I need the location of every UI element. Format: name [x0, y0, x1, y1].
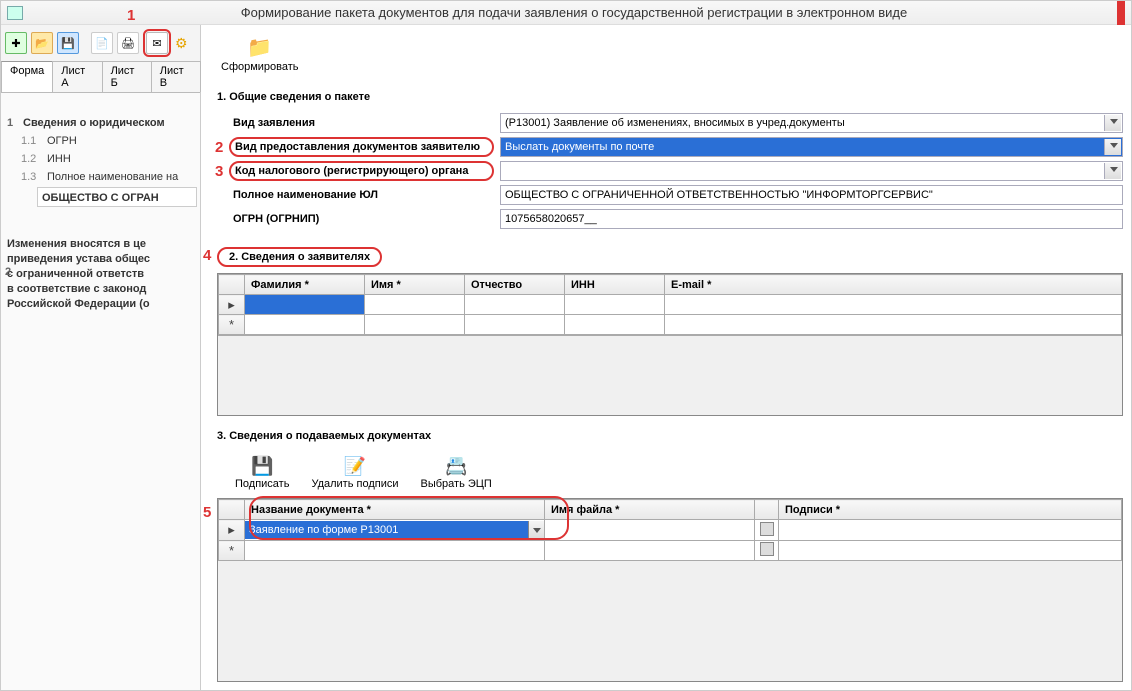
pick-ecp-button[interactable]: 📇Выбрать ЭЦП [417, 452, 496, 492]
tree-fullname-value: ОБЩЕСТВО С ОГРАН [37, 187, 197, 207]
left-toolbar: ✚ 📂 💾 📄 🖨 ✉ ⚙ [1, 25, 200, 61]
callout-2: 2 [215, 139, 223, 156]
col-file[interactable]: Имя файла * [545, 500, 755, 520]
form-button[interactable]: 📁 Сформировать [215, 33, 305, 75]
sign-icon: 💾 [248, 454, 276, 478]
section-2-title: 2. Сведения о заявителях [217, 247, 382, 267]
callout-4: 4 [203, 247, 211, 264]
doc-row-current: ▸ [219, 520, 245, 541]
col-otch[interactable]: Отчество [465, 275, 565, 295]
tab-list-a[interactable]: Лист А [52, 61, 102, 92]
callout-5: 5 [203, 504, 211, 521]
cell-fam[interactable] [245, 295, 365, 315]
gear-icon[interactable]: ⚙ [175, 35, 188, 52]
file-browse-icon[interactable] [760, 522, 774, 536]
doc-row-new: * [219, 541, 245, 561]
tree-inn[interactable]: ИНН [47, 153, 71, 165]
tree-ul[interactable]: Сведения о юридическом [23, 117, 165, 129]
label-vid: Вид заявления [229, 115, 494, 131]
sig-cell[interactable] [779, 520, 1122, 541]
cert-icon: 📇 [442, 454, 470, 478]
col-fam[interactable]: Фамилия * [245, 275, 365, 295]
row-indicator-current: ▸ [219, 295, 245, 315]
file-browse-icon[interactable] [760, 542, 774, 556]
col-doc[interactable]: Название документа * [245, 500, 545, 520]
col-sig[interactable]: Подписи * [779, 500, 1122, 520]
tab-list-v[interactable]: Лист В [151, 61, 201, 92]
input-pred[interactable]: Выслать документы по почте [500, 137, 1123, 157]
callout-3: 3 [215, 163, 223, 180]
chevron-down-icon[interactable] [528, 521, 544, 539]
unsign-icon: 📝 [341, 454, 369, 478]
doc-name-cell[interactable]: Заявление по форме Р13001 [245, 520, 545, 541]
section-3-title: 3. Сведения о подаваемых документах [217, 430, 1123, 442]
print-icon[interactable]: 🖨 [117, 32, 139, 54]
save-icon[interactable]: 💾 [57, 32, 79, 54]
col-email[interactable]: E-mail * [665, 275, 1122, 295]
left-tabs: Форма Лист А Лист Б Лист В [1, 61, 200, 93]
nav-tree: 1Сведения о юридическом 1.1ОГРН 1.2ИНН 1… [1, 93, 200, 318]
mail-highlight: ✉ [143, 29, 171, 57]
titlebar-accent [1117, 1, 1125, 25]
label-fullname: Полное наименование ЮЛ [229, 187, 494, 203]
mail-icon[interactable]: ✉ [146, 32, 168, 54]
sign-button[interactable]: 💾Подписать [231, 452, 293, 492]
input-kod[interactable] [500, 161, 1123, 181]
col-imya[interactable]: Имя * [365, 275, 465, 295]
input-ogrn[interactable]: 1075658020657__ [500, 209, 1123, 229]
folder-star-icon: 📁 [246, 35, 274, 59]
label-kod: Код налогового (регистрирующего) органа [229, 161, 494, 181]
col-inn[interactable]: ИНН [565, 275, 665, 295]
label-ogrn: ОГРН (ОГРНИП) [229, 211, 494, 227]
applicants-grid[interactable]: Фамилия * Имя * Отчество ИНН E-mail * ▸ [217, 273, 1123, 416]
tab-forma[interactable]: Форма [1, 61, 53, 92]
browse-cell[interactable] [755, 520, 779, 541]
new-icon[interactable]: ✚ [5, 32, 27, 54]
titlebar: Формирование пакета документов для подач… [1, 1, 1131, 25]
monitor-icon [7, 6, 23, 20]
row-indicator-new: * [219, 315, 245, 335]
input-fullname[interactable]: ОБЩЕСТВО С ОГРАНИЧЕННОЙ ОТВЕТСТВЕННОСТЬЮ… [500, 185, 1123, 205]
callout-1: 1 [127, 7, 135, 24]
tree-fullname[interactable]: Полное наименование на [47, 171, 178, 183]
window-title: Формирование пакета документов для подач… [31, 5, 1117, 20]
left-pane: ✚ 📂 💾 📄 🖨 ✉ ⚙ Форма Лист А Лист Б Лист В… [1, 25, 201, 691]
section-1-title: 1. Общие сведения о пакете [217, 91, 1123, 103]
unsign-button[interactable]: 📝Удалить подписи [307, 452, 402, 492]
open-icon[interactable]: 📂 [31, 32, 53, 54]
file-cell[interactable] [545, 520, 755, 541]
input-vid[interactable]: (Р13001) Заявление об изменениях, вносим… [500, 113, 1123, 133]
right-pane: 📁 Сформировать 1. Общие сведения о пакет… [201, 25, 1131, 691]
tree-paragraph: Изменения вносятся в це приведения устав… [7, 238, 150, 310]
documents-grid[interactable]: Название документа * Имя файла * Подписи… [217, 498, 1123, 682]
tree-ogrn[interactable]: ОГРН [47, 135, 77, 147]
tree-n2: 2 [5, 265, 11, 280]
export-icon[interactable]: 📄 [91, 32, 113, 54]
app-window: 1 Формирование пакета документов для под… [0, 0, 1132, 691]
tab-list-b[interactable]: Лист Б [102, 61, 152, 92]
label-pred: Вид предоставления документов заявителю [229, 137, 494, 157]
